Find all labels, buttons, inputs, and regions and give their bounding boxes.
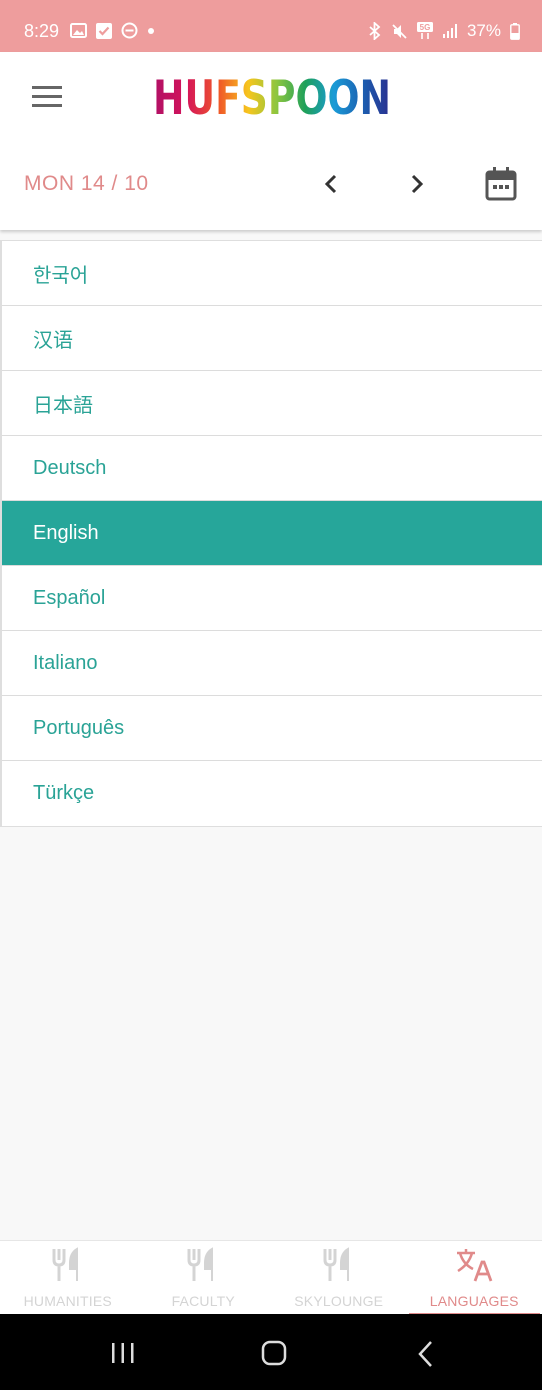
network-5g-icon: 5G — [416, 22, 433, 39]
status-bar: 8:29 5G 37% — [0, 0, 542, 52]
gallery-notification-icon — [70, 23, 87, 38]
tab-label: FACULTY — [171, 1293, 235, 1309]
bluetooth-icon — [369, 22, 381, 40]
tab-label: LANGUAGES — [429, 1293, 519, 1309]
recent-apps-icon[interactable] — [110, 1342, 136, 1364]
tab-humanities[interactable]: HUMANITIES — [0, 1241, 136, 1315]
svg-text:5G: 5G — [420, 23, 431, 32]
fork-knife-icon — [187, 1247, 214, 1281]
system-nav-bar — [0, 1314, 542, 1390]
dot-icon — [148, 27, 154, 34]
hufspoon-logo: HUFSPOON — [153, 71, 391, 120]
fork-knife-icon — [52, 1247, 78, 1281]
language-list: 한국어 汉语 日本語 Deutsch English Español Itali… — [0, 240, 542, 827]
tab-languages[interactable]: LANGUAGES — [407, 1241, 542, 1315]
battery-icon — [510, 22, 520, 40]
tab-label: SKYLOUNGE — [294, 1293, 384, 1309]
chevron-left-icon[interactable] — [318, 170, 344, 198]
language-item-spanish[interactable]: Español — [2, 566, 542, 631]
signal-icon — [442, 24, 457, 38]
checkbox-notification-icon — [96, 22, 112, 39]
calendar-icon[interactable] — [484, 166, 518, 202]
do-not-disturb-icon — [121, 22, 138, 39]
language-item-japanese[interactable]: 日本語 — [2, 371, 542, 436]
back-icon[interactable] — [416, 1340, 436, 1368]
translate-icon — [457, 1249, 493, 1282]
date-label: MON 14 / 10 — [24, 172, 149, 195]
language-item-german[interactable]: Deutsch — [2, 436, 542, 501]
bottom-tab-bar: HUMANITIES FACULTY SKYLOUNGE LANGUAGES — [0, 1240, 542, 1315]
mute-icon — [392, 23, 407, 39]
language-item-chinese[interactable]: 汉语 — [2, 306, 542, 371]
chevron-right-icon[interactable] — [404, 170, 430, 198]
language-item-turkish[interactable]: Türkçe — [2, 761, 542, 826]
app-header: HUFSPOON MON 14 / 10 — [0, 52, 542, 230]
battery-percent: 37% — [466, 21, 501, 40]
home-icon[interactable] — [261, 1340, 287, 1366]
tab-label: HUMANITIES — [23, 1293, 112, 1309]
menu-icon[interactable] — [32, 86, 62, 108]
language-item-english[interactable]: English — [2, 501, 542, 566]
logo-text: HUFSPOON — [153, 71, 391, 120]
tab-faculty[interactable]: FACULTY — [136, 1241, 272, 1315]
language-item-portuguese[interactable]: Português — [2, 696, 542, 761]
tab-skylounge[interactable]: SKYLOUNGE — [271, 1241, 407, 1315]
fork-knife-icon — [323, 1247, 349, 1281]
language-item-italian[interactable]: Italiano — [2, 631, 542, 696]
language-item-korean[interactable]: 한국어 — [2, 241, 542, 306]
status-time: 8:29 — [24, 21, 60, 41]
